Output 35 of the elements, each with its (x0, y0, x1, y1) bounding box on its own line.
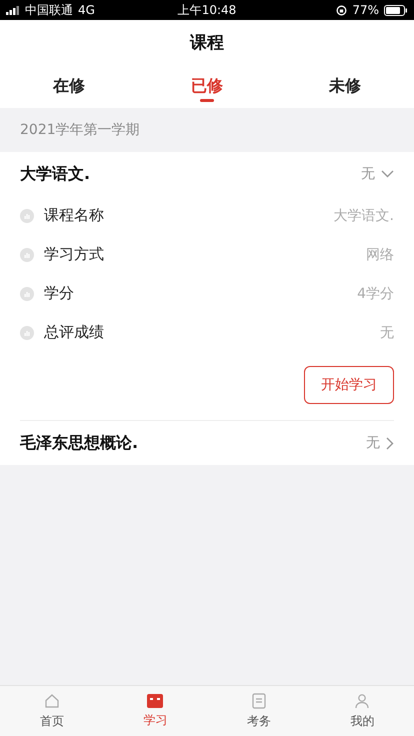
start-study-button[interactable]: 开始学习 (304, 366, 394, 404)
battery-percent: 77% (352, 3, 379, 17)
signal-icon (6, 6, 20, 14)
nav-tab[interactable]: 考务 (207, 686, 310, 736)
chart-icon (20, 248, 34, 262)
detail-label: 学习方式 (44, 245, 105, 264)
clock-time: 上午10:48 (178, 2, 236, 18)
detail-value: 4学分 (357, 284, 394, 302)
course-header[interactable]: 大学语文. 无 (20, 152, 394, 196)
detail-value: 网络 (366, 246, 394, 264)
chart-icon (20, 286, 34, 300)
book-icon (147, 694, 164, 708)
nav-tab[interactable]: 学习 (104, 686, 207, 736)
detail-value: 大学语文. (334, 206, 394, 224)
course-header[interactable]: 毛泽东思想概论. 无 (20, 421, 394, 465)
carrier-name: 中国联通 (25, 2, 73, 18)
nav-tab[interactable]: 我的 (310, 686, 414, 736)
person-icon (354, 692, 370, 708)
chart-icon (20, 208, 34, 222)
tab[interactable]: 在修 (0, 64, 138, 108)
orientation-lock-icon (336, 4, 348, 16)
tab[interactable]: 已修 (138, 64, 276, 108)
nav-tab[interactable]: 首页 (0, 686, 104, 736)
network-type: 4G (78, 3, 95, 17)
detail-label: 课程名称 (44, 206, 105, 225)
detail-value: 无 (380, 324, 394, 342)
term-label: 2021学年第一学期 (20, 121, 140, 139)
detail-label: 学分 (44, 284, 75, 303)
battery-icon (384, 4, 408, 16)
home-icon (44, 692, 60, 708)
document-icon (252, 692, 266, 708)
detail-label: 总评成绩 (44, 323, 105, 342)
chart-icon (20, 326, 34, 340)
page-title: 课程 (190, 32, 224, 54)
tab[interactable]: 未修 (276, 64, 414, 108)
